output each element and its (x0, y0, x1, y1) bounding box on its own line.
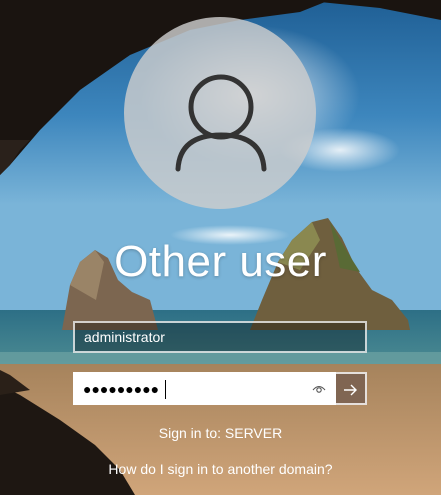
signin-target-text: Sign in to: SERVER (158, 425, 283, 441)
text-caret (165, 380, 166, 399)
submit-button[interactable] (336, 372, 367, 405)
eye-icon[interactable] (312, 382, 326, 396)
username-field[interactable]: administrator (73, 321, 367, 353)
user-display-name: Other user (114, 237, 327, 286)
password-value: ●●●●●●●●● (83, 381, 160, 397)
lock-screen: Other user administrator ●●●●●●●●● Sign … (0, 0, 441, 495)
user-avatar (124, 17, 316, 209)
arrow-right-icon (344, 384, 357, 396)
password-field[interactable]: ●●●●●●●●● (73, 372, 336, 405)
user-silhouette-icon (175, 74, 267, 172)
other-domain-link[interactable]: How do I sign in to another domain? (0, 460, 441, 478)
